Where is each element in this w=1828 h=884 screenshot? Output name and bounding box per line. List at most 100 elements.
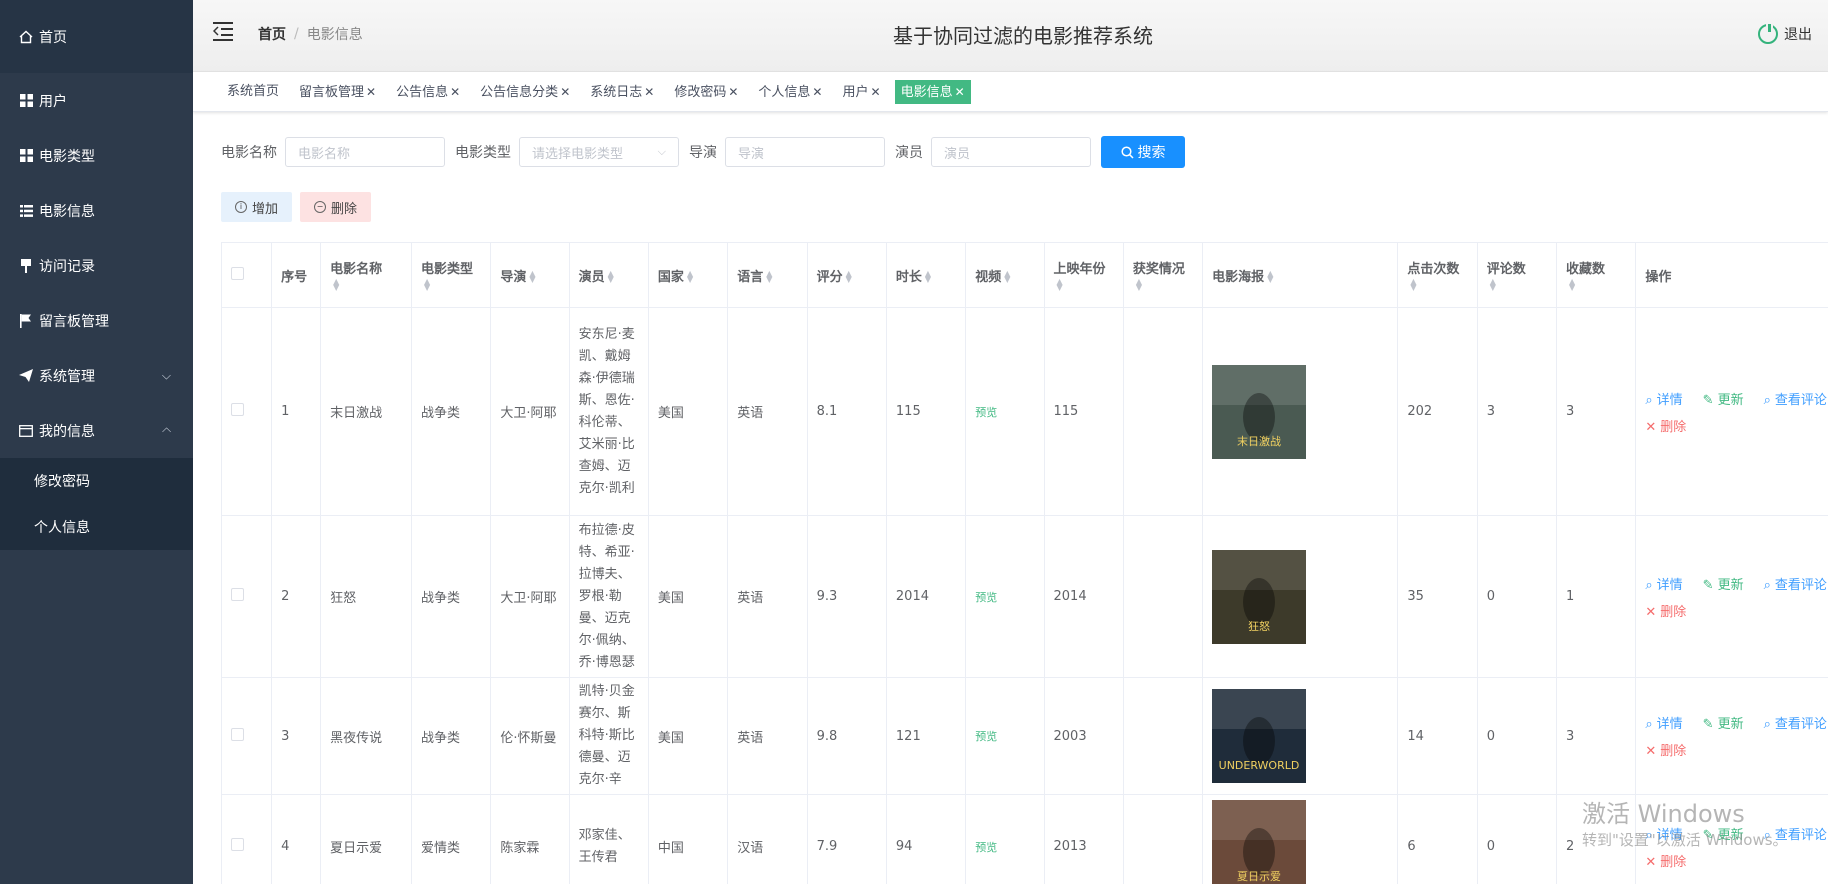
close-icon: ✕: [1645, 744, 1657, 759]
sidebar-item-visit-log[interactable]: 访问记录: [0, 238, 193, 293]
tag-notice-category[interactable]: 公告信息分类 ✕: [474, 80, 576, 104]
row-delete-button[interactable]: ✕ 删除: [1645, 740, 1686, 759]
detail-button[interactable]: ⌕ 详情: [1645, 824, 1682, 843]
delete-button[interactable]: − 删除: [300, 192, 371, 222]
cell-awards: [1122, 515, 1204, 678]
header-movie-type[interactable]: 电影类型 ▲ ▼: [410, 242, 492, 308]
cell-operations: ⌕ 详情 ✎ 更新 ⌕ 查看评论 ✕ 删除: [1635, 307, 1828, 516]
sort-icon: ▲ ▼: [1410, 276, 1417, 292]
header-score[interactable]: 评分 ▲ ▼: [806, 242, 887, 308]
breadcrumb-home[interactable]: 首页: [258, 24, 286, 44]
sidebar-item-system-management[interactable]: 系统管理 ⌵: [0, 348, 193, 403]
tag-movie-info[interactable]: 电影信息 ✕: [894, 79, 971, 104]
cell-duration: 121: [885, 677, 967, 795]
row-checkbox[interactable]: [231, 838, 244, 851]
preview-link[interactable]: 预览: [975, 591, 997, 604]
header-movie-name[interactable]: 电影名称 ▲ ▼: [320, 242, 412, 308]
tag-change-password[interactable]: 修改密码 ✕: [668, 80, 744, 104]
header-language[interactable]: 语言 ▲ ▼: [727, 242, 808, 308]
tag-system-log[interactable]: 系统日志 ✕: [584, 80, 660, 104]
close-icon[interactable]: ✕: [644, 85, 654, 99]
header-director[interactable]: 导演 ▲ ▼: [490, 242, 570, 308]
breadcrumb-current: 电影信息: [306, 27, 363, 43]
preview-link[interactable]: 预览: [975, 841, 997, 854]
sidebar-item-message-board[interactable]: 留言板管理: [0, 293, 193, 348]
cell-no: 2: [271, 515, 322, 678]
header-comments[interactable]: 评论数 ▲ ▼: [1476, 242, 1558, 308]
update-button[interactable]: ✎ 更新: [1703, 389, 1744, 408]
edit-icon: ✎: [1702, 827, 1714, 843]
preview-link[interactable]: 预览: [975, 730, 997, 743]
header-duration[interactable]: 时长 ▲ ▼: [885, 242, 967, 308]
detail-button[interactable]: ⌕ 详情: [1645, 389, 1682, 408]
header-awards[interactable]: 获奖情况 ▲ ▼: [1122, 242, 1204, 308]
row-delete-button[interactable]: ✕ 删除: [1645, 416, 1686, 435]
sidebar-subitem-personal-info[interactable]: 个人信息: [0, 504, 193, 550]
movie-table: 序号 电影名称 ▲ ▼ 电影类型 ▲ ▼ 导演 ▲ ▼ 演员 ▲ ▼ 国家 ▲ ▼ 语言 ▲ ▼ 评分 ▲…: [221, 242, 1828, 884]
actor-input[interactable]: 演员: [931, 137, 1091, 167]
movie-type-select[interactable]: 请选择电影类型 ⌵: [519, 137, 679, 167]
close-icon[interactable]: ✕: [812, 85, 822, 99]
tag-system-home[interactable]: 系统首页: [221, 80, 285, 104]
view-comments-button[interactable]: ⌕ 查看评论: [1764, 574, 1827, 593]
tag-users[interactable]: 用户 ✕: [836, 80, 886, 104]
row-checkbox[interactable]: [231, 403, 244, 416]
header-actors[interactable]: 演员 ▲ ▼: [568, 242, 649, 308]
update-button[interactable]: ✎ 更新: [1703, 713, 1744, 732]
sidebar-item-users[interactable]: 用户: [0, 73, 193, 128]
poster-title: 末日激战: [1237, 434, 1281, 448]
close-icon[interactable]: ✕: [450, 85, 460, 99]
director-input[interactable]: 导演: [725, 137, 885, 167]
close-icon[interactable]: ✕: [728, 85, 738, 99]
cell-no: 3: [271, 677, 322, 795]
view-comments-button[interactable]: ⌕ 查看评论: [1764, 824, 1827, 843]
close-icon[interactable]: ✕: [955, 85, 965, 99]
menu-toggle-icon[interactable]: [213, 22, 233, 41]
add-button[interactable]: i 增加: [221, 192, 292, 222]
select-all-checkbox[interactable]: [231, 266, 244, 280]
movie-poster-image[interactable]: UNDERWORLD: [1212, 689, 1307, 783]
sidebar-item-movie-info[interactable]: 电影信息: [0, 183, 193, 238]
sidebar-item-my-info[interactable]: 我的信息 ⌵: [0, 403, 193, 458]
logout-button[interactable]: 退出: [1758, 24, 1828, 44]
detail-button[interactable]: ⌕ 详情: [1645, 574, 1682, 593]
movie-name-input[interactable]: 电影名称: [285, 137, 445, 167]
tag-message-board[interactable]: 留言板管理 ✕: [293, 80, 382, 104]
preview-link[interactable]: 预览: [975, 406, 997, 419]
breadcrumb: 首页 / 电影信息: [258, 24, 363, 44]
update-button[interactable]: ✎ 更新: [1703, 574, 1744, 593]
tag-notice-info[interactable]: 公告信息 ✕: [390, 80, 466, 104]
grid-icon: [18, 148, 34, 164]
power-icon: [1758, 24, 1778, 44]
update-button[interactable]: ✎ 更新: [1703, 824, 1744, 843]
header-favorites[interactable]: 收藏数 ▲ ▼: [1556, 242, 1637, 308]
sidebar-subitem-change-password[interactable]: 修改密码: [0, 458, 193, 504]
placeholder: 电影名称: [298, 146, 351, 162]
view-comments-button[interactable]: ⌕ 查看评论: [1764, 389, 1827, 408]
close-icon[interactable]: ✕: [560, 85, 570, 99]
close-icon[interactable]: ✕: [871, 85, 881, 99]
app-title: 基于协同过滤的电影推荐系统: [893, 24, 1153, 48]
movie-poster-image[interactable]: 狂怒: [1212, 549, 1307, 644]
header-clicks[interactable]: 点击次数 ▲ ▼: [1397, 242, 1478, 308]
movie-poster-image[interactable]: 夏日示爱: [1212, 799, 1307, 884]
header-video[interactable]: 视频 ▲ ▼: [965, 242, 1045, 308]
header-release-year[interactable]: 上映年份 ▲ ▼: [1043, 242, 1124, 308]
cell-operations: ⌕ 详情 ✎ 更新 ⌕ 查看评论 ✕ 删除: [1635, 515, 1828, 678]
add-button-label: 增加: [251, 201, 278, 217]
detail-button[interactable]: ⌕ 详情: [1645, 713, 1682, 732]
close-icon[interactable]: ✕: [366, 85, 376, 99]
header-poster[interactable]: 电影海报 ▲ ▼: [1202, 242, 1399, 308]
tag-personal-info[interactable]: 个人信息 ✕: [752, 80, 828, 104]
movie-poster-image[interactable]: 末日激战: [1212, 364, 1307, 459]
row-delete-button[interactable]: ✕ 删除: [1645, 851, 1686, 870]
sidebar-item-home[interactable]: 首页: [0, 0, 193, 73]
view-comments-button[interactable]: ⌕ 查看评论: [1764, 713, 1827, 732]
row-checkbox[interactable]: [231, 727, 244, 741]
row-delete-button[interactable]: ✕ 删除: [1645, 601, 1686, 620]
cell-release-year: 2013: [1043, 794, 1124, 884]
row-checkbox[interactable]: [231, 588, 244, 601]
sidebar-item-movie-type[interactable]: 电影类型: [0, 128, 193, 183]
header-country[interactable]: 国家 ▲ ▼: [647, 242, 729, 308]
search-button[interactable]: 搜索: [1101, 136, 1185, 168]
